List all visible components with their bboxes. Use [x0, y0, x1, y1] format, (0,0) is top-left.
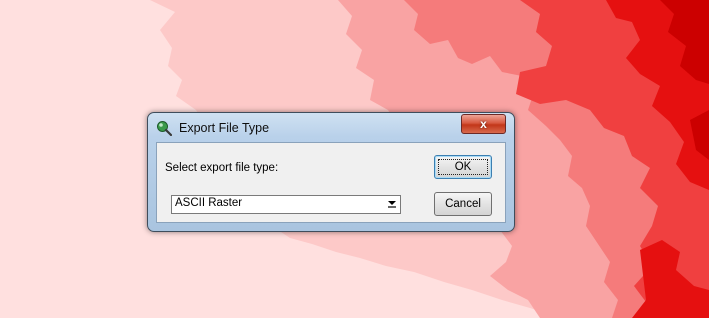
- export-file-type-dialog: Export File Type x Select export file ty…: [147, 112, 515, 232]
- close-icon: x: [480, 117, 487, 131]
- dialog-title: Export File Type: [179, 121, 270, 135]
- close-button[interactable]: x: [461, 114, 506, 134]
- file-type-selected-value: ASCII Raster: [175, 197, 243, 209]
- file-type-dropdown[interactable]: ASCII Raster: [171, 195, 401, 214]
- screen: Export File Type x Select export file ty…: [0, 0, 709, 318]
- dialog-titlebar[interactable]: Export File Type x: [148, 113, 514, 141]
- magnifier-globe-icon: [157, 121, 172, 136]
- ok-button-label: OK: [454, 161, 472, 173]
- dialog-body: Select export file type: ASCII Raster OK…: [156, 142, 506, 223]
- cancel-button-label: Cancel: [445, 198, 481, 210]
- dropdown-arrow-icon[interactable]: [386, 198, 398, 209]
- select-export-file-type-label: Select export file type:: [165, 162, 279, 174]
- ok-button[interactable]: OK: [434, 155, 492, 179]
- cancel-button[interactable]: Cancel: [434, 192, 492, 216]
